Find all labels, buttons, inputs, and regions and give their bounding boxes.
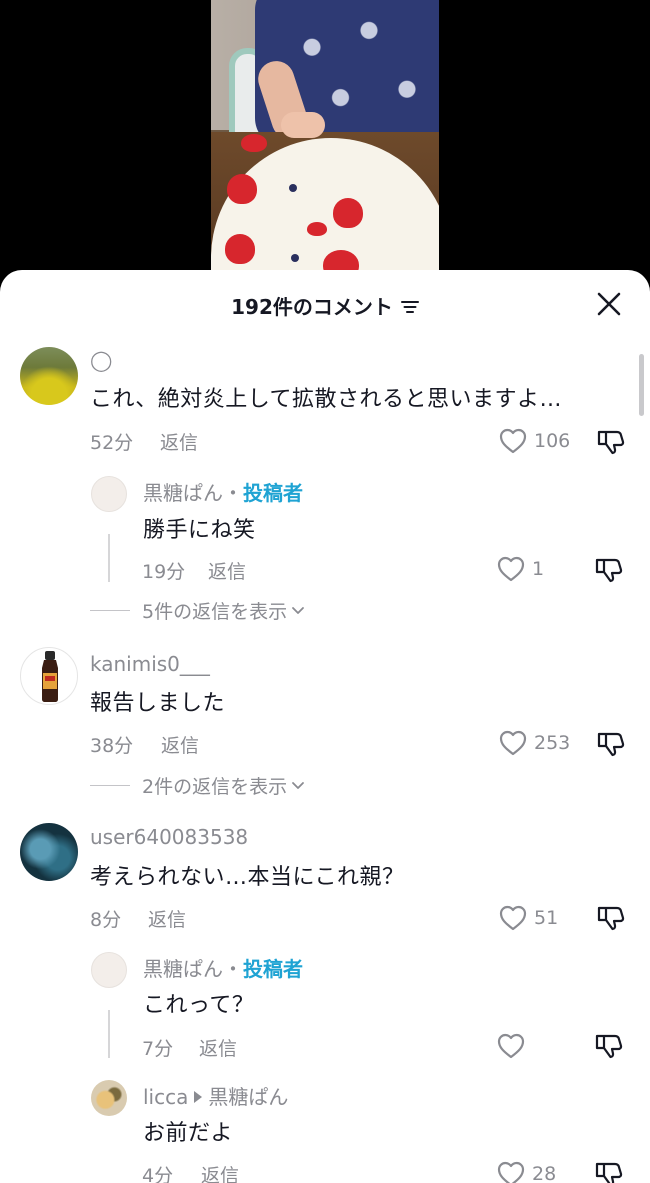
like-button[interactable]: 1 <box>497 554 544 584</box>
blueberry <box>289 184 297 192</box>
reply-button[interactable]: 返信 <box>148 905 186 932</box>
avatar[interactable] <box>91 952 127 988</box>
comment-time: 38分 <box>90 735 134 757</box>
reply-time: 4分 <box>142 1165 174 1183</box>
comment-username[interactable]: ◯ <box>90 348 112 372</box>
strawberry <box>307 222 327 236</box>
heart-outline-icon <box>499 905 527 931</box>
reply-time: 7分 <box>142 1038 174 1060</box>
heart-outline-icon <box>499 730 527 756</box>
reply-arrow-icon <box>194 1090 203 1103</box>
comment-username[interactable]: user640083538 <box>90 825 248 849</box>
comment-time: 52分 <box>90 432 134 454</box>
comments-header-title[interactable]: 192件のコメント <box>0 291 650 320</box>
scrollbar[interactable] <box>639 354 644 416</box>
username: 黒糖ぱん <box>143 957 223 981</box>
reply-time: 19分 <box>142 561 186 583</box>
avatar[interactable] <box>91 1080 127 1116</box>
close-icon[interactable] <box>594 289 624 319</box>
child-hand <box>281 112 325 138</box>
soy-sauce-bottle-icon <box>42 651 58 702</box>
comment-text: 考えられない…本当にこれ親？ <box>90 865 405 890</box>
heart-outline-icon <box>497 1161 525 1183</box>
reply-username[interactable]: 黒糖ぱん・投稿者 <box>143 477 303 506</box>
view-replies-label: 2件の返信を表示 <box>142 776 288 798</box>
comments-sheet: 192件のコメント ◯ これ、絶対炎上して拡散されると思いますよ… 52分 返信… <box>0 270 650 1183</box>
comment-count-label: 192件のコメント <box>231 295 393 319</box>
comments-header: 192件のコメント <box>0 270 650 338</box>
avatar[interactable] <box>20 347 78 405</box>
like-button[interactable]: 51 <box>499 903 558 933</box>
strawberry <box>333 198 363 228</box>
reply-username[interactable]: licca 黒糖ぱん <box>143 1081 288 1110</box>
like-button[interactable]: 28 <box>497 1159 556 1183</box>
video-frame <box>211 0 439 290</box>
avatar[interactable] <box>20 647 78 705</box>
divider <box>90 609 130 612</box>
avatar[interactable] <box>91 476 127 512</box>
heart-outline-icon <box>499 428 527 454</box>
strawberry <box>227 174 257 204</box>
thumbs-down-icon[interactable] <box>594 555 624 585</box>
view-replies-label: 5件の返信を表示 <box>142 601 288 623</box>
author-badge: 投稿者 <box>243 957 303 981</box>
thumbs-down-icon[interactable] <box>596 903 626 933</box>
view-replies-button[interactable]: 5件の返信を表示 <box>90 597 305 624</box>
comment-text: これ、絶対炎上して拡散されると思いますよ… <box>90 387 563 412</box>
reply-username[interactable]: 黒糖ぱん・投稿者 <box>143 953 303 982</box>
view-replies-button[interactable]: 2件の返信を表示 <box>90 772 305 799</box>
reply-text: 勝手にね笑 <box>143 518 256 543</box>
blueberry <box>291 254 299 262</box>
thumbs-down-icon[interactable] <box>594 1159 624 1183</box>
like-button[interactable] <box>497 1031 532 1061</box>
comment-username[interactable]: kanimis0___ <box>90 652 210 676</box>
like-count: 1 <box>532 558 545 580</box>
chevron-down-icon <box>292 606 304 614</box>
chevron-down-icon <box>292 781 304 789</box>
heart-outline-icon <box>497 556 525 582</box>
thumbs-down-icon[interactable] <box>596 729 626 759</box>
filter-lines-icon[interactable] <box>400 300 419 314</box>
thread-line <box>108 534 110 582</box>
like-count: 51 <box>534 907 559 929</box>
reply-button[interactable]: 返信 <box>160 428 198 455</box>
avatar[interactable] <box>20 823 78 881</box>
reply-button[interactable]: 返信 <box>208 557 246 584</box>
reply-text: これって？ <box>143 993 255 1018</box>
strawberry <box>225 234 255 264</box>
reply-to-username: 黒糖ぱん <box>208 1085 289 1109</box>
reply-button[interactable]: 返信 <box>199 1034 237 1061</box>
reply-text: お前だよ <box>143 1121 234 1146</box>
username: 黒糖ぱん <box>143 481 223 505</box>
heart-outline-icon <box>497 1033 525 1059</box>
comment-time: 8分 <box>90 909 122 931</box>
divider <box>90 784 130 787</box>
like-button[interactable]: 253 <box>499 728 570 758</box>
like-button[interactable]: 106 <box>499 426 570 456</box>
like-count: 106 <box>534 430 571 452</box>
comment-text: 報告しました <box>90 691 226 716</box>
username: licca <box>143 1085 189 1109</box>
strawberry <box>241 134 267 152</box>
reply-button[interactable]: 返信 <box>201 1161 239 1183</box>
thread-line <box>108 1010 110 1058</box>
video-player[interactable] <box>0 0 650 290</box>
author-badge: 投稿者 <box>243 481 303 505</box>
separator: ・ <box>223 481 243 505</box>
separator: ・ <box>223 957 243 981</box>
like-count: 28 <box>532 1163 557 1183</box>
thumbs-down-icon[interactable] <box>594 1031 624 1061</box>
like-count: 253 <box>534 732 571 754</box>
reply-button[interactable]: 返信 <box>161 731 199 758</box>
thumbs-down-icon[interactable] <box>596 427 626 457</box>
